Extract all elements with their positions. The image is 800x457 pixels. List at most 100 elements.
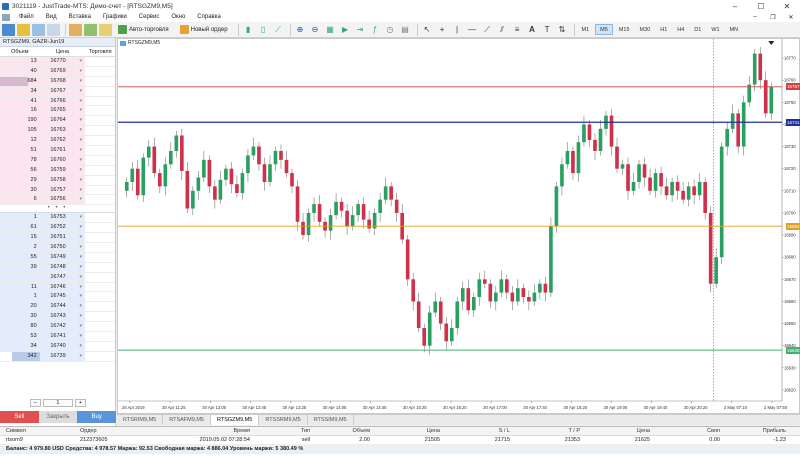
dom-trade-cell[interactable] [85, 263, 115, 272]
dom-order-dropdown-icon[interactable]: ▾ [76, 175, 86, 185]
profiles-icon[interactable] [17, 23, 30, 36]
dom-row[interactable]: 29 16758 ▾ [0, 175, 115, 186]
menu-file[interactable]: Файл [13, 14, 40, 20]
arrows-icon[interactable]: ⇅ [556, 24, 569, 36]
tab-rtssrm9[interactable]: RTSSRM9,M5 [259, 415, 308, 425]
maximize-button[interactable]: ☐ [748, 2, 774, 11]
dom-price[interactable]: 16766 [39, 96, 77, 106]
dom-row[interactable]: 39 16748 ▾ [0, 262, 115, 273]
table-row[interactable]: rtsom9 212373605 2019.05.02 07:28:54 sel… [0, 436, 800, 445]
zoom-out-icon[interactable]: ⊖ [309, 24, 322, 36]
dom-order-dropdown-icon[interactable]: ▾ [76, 292, 86, 302]
dom-price[interactable]: 16769 [39, 66, 77, 76]
dom-trade-cell[interactable] [85, 253, 115, 262]
dom-order-dropdown-icon[interactable]: ▾ [76, 351, 86, 361]
dom-trade-cell[interactable] [85, 283, 115, 292]
tab-rtssim9[interactable]: RTSSIM9,M5 [308, 415, 354, 425]
dom-trade-cell[interactable] [85, 97, 115, 106]
dom-order-dropdown-icon[interactable]: ▾ [76, 146, 86, 155]
dom-trade-cell[interactable] [85, 146, 115, 155]
dom-order-dropdown-icon[interactable]: ▾ [76, 76, 86, 86]
minimize-button[interactable]: – [722, 2, 748, 11]
bar-chart-icon[interactable]: ▮ [242, 24, 255, 36]
menu-window[interactable]: Окно [165, 14, 191, 20]
terminal-icon[interactable] [84, 23, 97, 36]
autotrade-button[interactable]: Авто-торговля [114, 23, 173, 36]
col-order[interactable]: Ордер [80, 427, 170, 435]
tf-d1[interactable]: D1 [690, 24, 705, 35]
dom-order-dropdown-icon[interactable]: ▾ [76, 57, 86, 66]
dom-trade-cell[interactable] [85, 243, 115, 252]
dom-order-dropdown-icon[interactable]: ▾ [76, 96, 86, 106]
col-profit[interactable]: Прибыль [720, 427, 790, 435]
dom-row[interactable]: 53 16741 ▾ [0, 332, 115, 342]
dom-order-dropdown-icon[interactable]: ▾ [76, 233, 86, 243]
price-chart[interactable]: 1677016760167501674016730167201671016700… [118, 39, 799, 413]
chart-shift-icon[interactable]: ⇥ [354, 24, 367, 36]
fibo-icon[interactable]: ≡ [511, 24, 524, 36]
market-watch-icon[interactable] [32, 23, 45, 36]
dom-trade-cell[interactable] [85, 166, 115, 175]
dom-order-dropdown-icon[interactable]: ▾ [76, 332, 86, 341]
dom-order-dropdown-icon[interactable]: ▾ [76, 252, 86, 262]
dom-trade-cell[interactable] [85, 322, 115, 331]
dom-trade-cell[interactable] [85, 342, 115, 351]
dom-row[interactable]: 40 16769 ▾ [0, 66, 115, 77]
tf-m5[interactable]: M5 [595, 24, 613, 35]
tab-rtsrim9[interactable]: RTSRIM9,M5 [117, 415, 164, 425]
dom-price[interactable]: 16756 [39, 195, 77, 205]
dom-trade-cell[interactable] [85, 312, 115, 321]
dom-order-dropdown-icon[interactable]: ▾ [76, 126, 86, 136]
child-minimize-button[interactable]: – [746, 14, 764, 21]
dom-price[interactable]: 16760 [39, 155, 77, 165]
dom-order-dropdown-icon[interactable]: ▾ [76, 322, 86, 332]
indicators-icon[interactable]: ƒ [369, 24, 382, 36]
dom-order-dropdown-icon[interactable]: ▾ [76, 86, 86, 96]
dom-price[interactable]: 16743 [39, 312, 77, 322]
dom-price[interactable]: 16759 [39, 165, 77, 175]
dom-price[interactable]: 16753 [39, 213, 77, 223]
dom-price[interactable]: 16744 [39, 302, 77, 312]
menu-help[interactable]: Справка [191, 14, 227, 20]
dom-price[interactable]: 16765 [39, 106, 77, 116]
tf-m15[interactable]: M15 [615, 24, 634, 35]
dom-trade-cell[interactable] [85, 273, 115, 282]
tab-rtsafm9[interactable]: RTSAFM9,M5 [163, 415, 211, 425]
dom-price[interactable]: 16740 [39, 341, 77, 351]
dom-row[interactable]: 41 16766 ▾ [0, 96, 115, 107]
dom-order-dropdown-icon[interactable]: ▾ [76, 213, 86, 223]
dom-row[interactable]: 80 16742 ▾ [0, 322, 115, 333]
dom-price[interactable]: 16758 [39, 175, 77, 185]
dom-row[interactable]: 1 16753 ▾ [0, 213, 115, 224]
dom-row[interactable]: 56 16759 ▾ [0, 165, 115, 176]
tile-windows-icon[interactable]: ▦ [324, 24, 337, 36]
dom-price[interactable]: 16768 [39, 76, 77, 86]
close-position-button[interactable]: Закрыть [38, 411, 78, 423]
horizontal-line-icon[interactable]: — [466, 24, 479, 36]
dom-order-dropdown-icon[interactable]: ▾ [76, 272, 86, 282]
dom-price[interactable]: 16763 [39, 126, 77, 136]
dom-row[interactable]: 11 16746 ▾ [0, 282, 115, 293]
dom-row[interactable]: 34 16767 ▾ [0, 86, 115, 97]
dom-trade-cell[interactable] [85, 292, 115, 301]
dom-price[interactable]: 16742 [39, 322, 77, 332]
sell-button[interactable]: Sell [0, 411, 39, 423]
dom-row[interactable]: 12 16762 ▾ [0, 136, 115, 147]
dom-trade-cell[interactable] [85, 176, 115, 185]
dom-price[interactable]: 16751 [39, 233, 77, 243]
dom-trade-cell[interactable] [85, 87, 115, 96]
dom-trade-cell[interactable] [85, 213, 115, 222]
menu-insert[interactable]: Вставка [63, 14, 97, 20]
dom-order-dropdown-icon[interactable]: ▾ [76, 155, 86, 165]
dom-order-dropdown-icon[interactable]: ▾ [76, 282, 86, 292]
menu-view[interactable]: Вид [40, 14, 63, 20]
dom-row[interactable]: 15 16751 ▾ [0, 233, 115, 244]
dom-row[interactable]: 684 16768 ▾ [0, 76, 115, 87]
dom-order-dropdown-icon[interactable]: ▾ [76, 243, 86, 252]
cursor-icon[interactable]: ↖ [421, 24, 434, 36]
dom-price[interactable]: 16764 [39, 116, 77, 126]
dom-row[interactable]: 13 16770 ▾ [0, 57, 115, 67]
dom-trade-cell[interactable] [85, 116, 115, 125]
dom-row[interactable]: 30 16757 ▾ [0, 185, 115, 196]
folder-icon[interactable] [69, 23, 82, 36]
